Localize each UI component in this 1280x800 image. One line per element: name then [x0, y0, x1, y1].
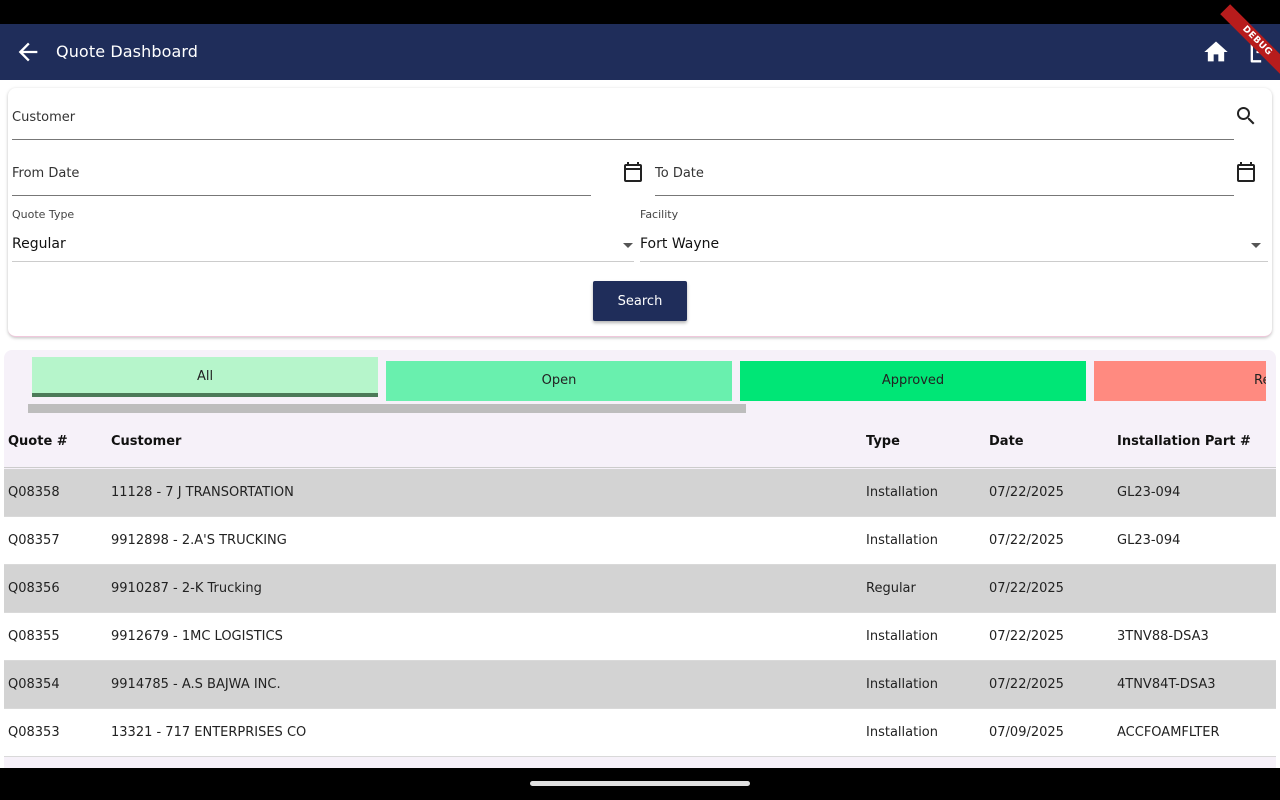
- cell-type: Installation: [866, 629, 939, 644]
- table-row[interactable]: Q08355 9912679 - 1MC LOGISTICS Installat…: [4, 613, 1276, 661]
- cell-date: 07/22/2025: [989, 485, 1064, 500]
- cell-quote: Q08356: [8, 581, 60, 596]
- column-header-customer[interactable]: Customer: [111, 434, 181, 449]
- cell-type: Installation: [866, 485, 939, 500]
- cell-date: 07/09/2025: [989, 725, 1064, 740]
- facility-label: Facility: [640, 208, 679, 221]
- cell-quote: Q08355: [8, 629, 60, 644]
- to-date-underline: [655, 195, 1234, 196]
- tab-open[interactable]: Open: [386, 361, 732, 401]
- cell-part: 3TNV88-DSA3: [1117, 629, 1209, 644]
- cell-type: Installation: [866, 533, 939, 548]
- cell-quote: Q08358: [8, 485, 60, 500]
- facility-underline: [640, 261, 1268, 262]
- main-content: Customer From Date To Date Quote Type Re…: [0, 80, 1280, 768]
- facility-select[interactable]: Fort Wayne: [640, 236, 719, 252]
- cell-customer: 13321 - 717 ENTERPRISES CO: [111, 725, 307, 740]
- quote-type-underline: [12, 261, 634, 262]
- column-header-type[interactable]: Type: [866, 434, 900, 449]
- status-bar: [0, 0, 1280, 24]
- cell-customer: 9912898 - 2.A'S TRUCKING: [111, 533, 287, 548]
- cell-date: 07/22/2025: [989, 629, 1064, 644]
- home-icon[interactable]: [1202, 38, 1230, 66]
- cell-customer: 9914785 - A.S BAJWA INC.: [111, 677, 281, 692]
- cell-customer: 9912679 - 1MC LOGISTICS: [111, 629, 283, 644]
- calendar-icon[interactable]: [621, 160, 645, 184]
- cell-type: Installation: [866, 677, 939, 692]
- table-header: Quote # Customer Type Date Installation …: [4, 416, 1276, 468]
- chevron-down-icon[interactable]: [1251, 243, 1261, 248]
- cell-quote: Q08353: [8, 725, 60, 740]
- customer-field-label[interactable]: Customer: [12, 110, 75, 125]
- quote-type-select[interactable]: Regular: [12, 236, 66, 252]
- cell-customer: 11128 - 7 J TRANSORTATION: [111, 485, 294, 500]
- filter-card: Customer From Date To Date Quote Type Re…: [8, 88, 1272, 337]
- cell-quote: Q08354: [8, 677, 60, 692]
- back-arrow-icon[interactable]: [14, 38, 42, 66]
- quote-list-panel: All Open Approved Rejected Quote # Custo…: [4, 350, 1276, 768]
- cell-customer: 9910287 - 2-K Trucking: [111, 581, 262, 596]
- column-header-part[interactable]: Installation Part #: [1117, 434, 1251, 449]
- from-date-underline: [12, 195, 591, 196]
- status-tabs: All Open Approved Rejected: [32, 357, 1266, 403]
- cell-quote: Q08357: [8, 533, 60, 548]
- quote-type-label: Quote Type: [12, 208, 75, 221]
- column-header-quote[interactable]: Quote #: [8, 434, 68, 449]
- cell-part: GL23-094: [1117, 485, 1181, 500]
- tab-approved[interactable]: Approved: [740, 361, 1086, 401]
- cell-type: Regular: [866, 581, 916, 596]
- table-row[interactable]: Q08356 9910287 - 2-K Trucking Regular 07…: [4, 565, 1276, 613]
- cell-date: 07/22/2025: [989, 581, 1064, 596]
- tab-all[interactable]: All: [32, 357, 378, 397]
- customer-field-underline: [12, 139, 1234, 140]
- calendar-icon[interactable]: [1234, 160, 1258, 184]
- cell-part: GL23-094: [1117, 533, 1181, 548]
- to-date-field-label[interactable]: To Date: [655, 166, 704, 181]
- page-title: Quote Dashboard: [56, 42, 199, 61]
- tabs-scrollbar[interactable]: [28, 404, 746, 413]
- search-icon[interactable]: [1234, 104, 1258, 128]
- cell-part: 4TNV84T-DSA3: [1117, 677, 1216, 692]
- table-row[interactable]: Q08353 13321 - 717 ENTERPRISES CO Instal…: [4, 709, 1276, 757]
- tab-rejected[interactable]: Rejected: [1094, 361, 1266, 401]
- home-gesture-handle[interactable]: [530, 781, 750, 786]
- search-button[interactable]: Search: [593, 281, 687, 321]
- cell-type: Installation: [866, 725, 939, 740]
- table-row[interactable]: Q08358 11128 - 7 J TRANSORTATION Install…: [4, 469, 1276, 517]
- column-header-date[interactable]: Date: [989, 434, 1024, 449]
- chevron-down-icon[interactable]: [623, 243, 633, 248]
- system-nav-bar: [0, 768, 1280, 800]
- cell-date: 07/22/2025: [989, 677, 1064, 692]
- from-date-field-label[interactable]: From Date: [12, 166, 79, 181]
- table-row[interactable]: Q08354 9914785 - A.S BAJWA INC. Installa…: [4, 661, 1276, 709]
- cell-date: 07/22/2025: [989, 533, 1064, 548]
- table-row[interactable]: Q08357 9912898 - 2.A'S TRUCKING Installa…: [4, 517, 1276, 565]
- app-bar: Quote Dashboard DEBUG: [0, 4, 1280, 80]
- cell-part: ACCFOAMFLTER: [1117, 725, 1220, 740]
